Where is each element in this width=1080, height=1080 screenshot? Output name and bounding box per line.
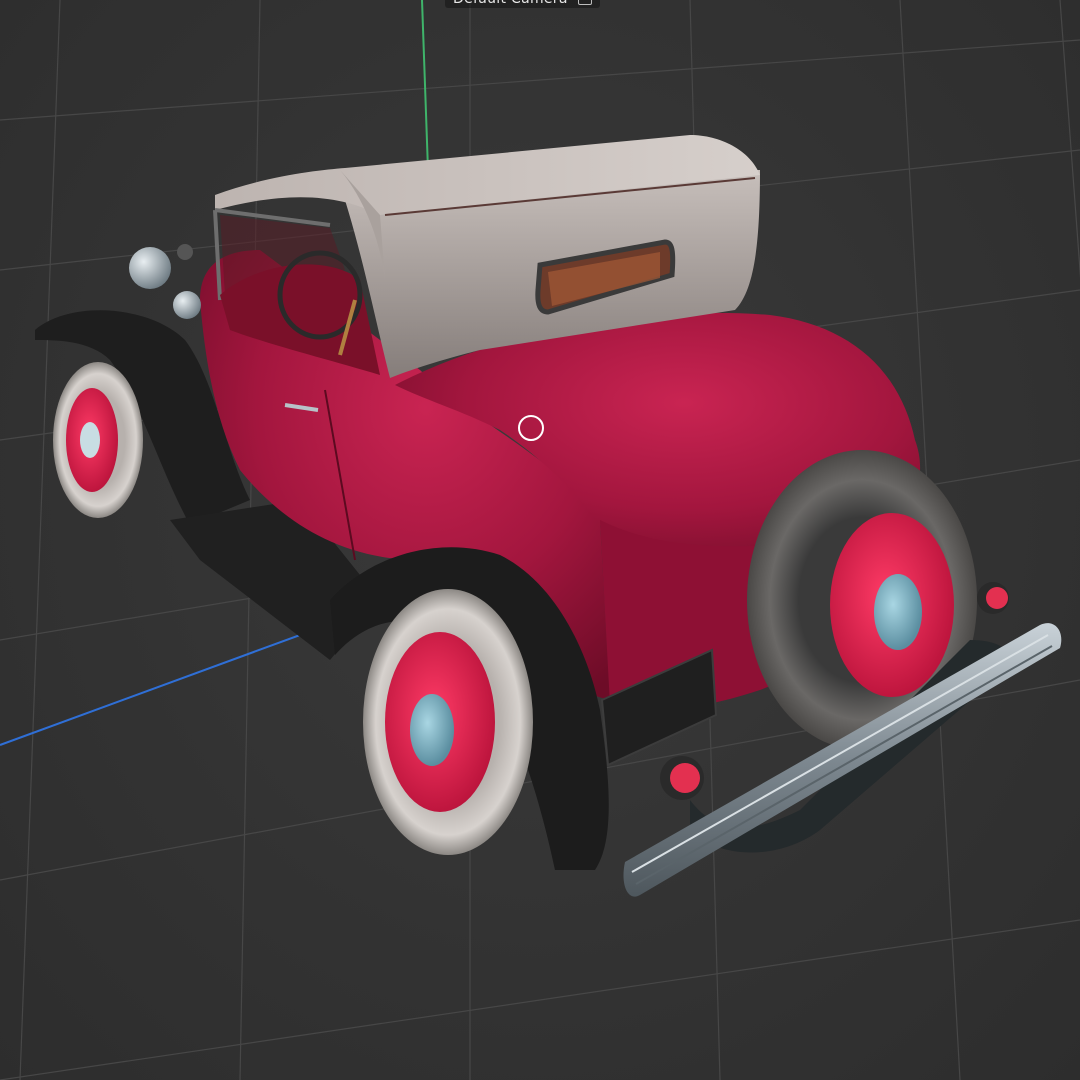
headlamps	[129, 244, 201, 319]
front-wheel	[53, 362, 143, 518]
rear-wheel	[363, 589, 533, 855]
camera-icon[interactable]	[577, 0, 592, 5]
y-axis-line	[421, 0, 429, 171]
camera-label[interactable]: Default Camera	[453, 0, 568, 8]
viewport-scene[interactable]	[0, 0, 1080, 1080]
3d-viewport[interactable]: Default Camera	[0, 0, 1080, 1080]
camera-hud[interactable]: Default Camera	[445, 0, 600, 8]
x-axis-line	[0, 634, 301, 746]
car-model[interactable]	[35, 135, 1062, 897]
